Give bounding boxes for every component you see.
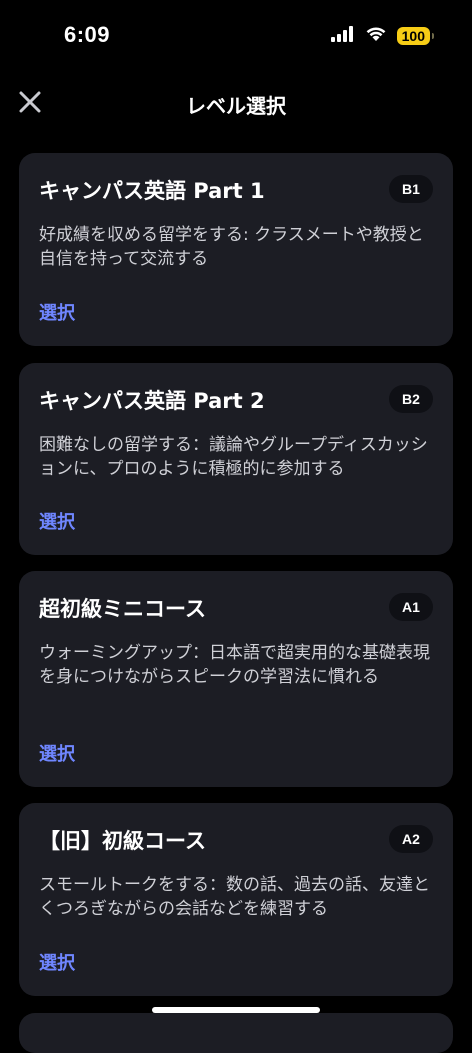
level-badge: B2 [389,385,433,413]
level-badge: A2 [389,825,433,853]
level-badge: A1 [389,593,433,621]
course-title: キャンパス英語 Part 2 [39,389,265,413]
course-card: 【旧】初級コース A2 スモールトークをする：数の話、過去の話、友達とくつろぎな… [19,803,453,996]
course-title: 【旧】初級コース [39,829,206,853]
page-title: レベル選択 [186,94,286,118]
status-icons: 100 [330,26,435,46]
status-bar: 6:09 100 [0,0,472,70]
course-card-partial [19,1013,453,1053]
status-time: 6:09 [64,22,111,47]
level-badge: B1 [389,175,433,203]
home-indicator[interactable] [152,1007,320,1013]
course-title: キャンパス英語 Part 1 [39,179,265,203]
course-description: ウォーミングアップ：日本語で超実用的な基礎表現を身につけながらスピークの学習法に… [39,643,430,687]
nav-bar: レベル選択 [0,80,472,126]
select-button[interactable]: 選択 [39,949,75,975]
cellular-signal-icon [330,26,355,46]
select-button[interactable]: 選択 [39,508,75,534]
course-card: キャンパス英語 Part 1 B1 好成績を収める留学をする: クラスメートや教… [19,153,453,346]
battery-icon: 100 [396,27,435,45]
select-button[interactable]: 選択 [39,740,75,766]
course-description: スモールトークをする：数の話、過去の話、友達とくつろぎながらの会話などを練習する [39,875,430,919]
course-card: キャンパス英語 Part 2 B2 困難なしの留学する：議論やグループディスカッ… [19,363,453,555]
wifi-icon [365,26,387,46]
course-card: 超初級ミニコース A1 ウォーミングアップ：日本語で超実用的な基礎表現を身につけ… [19,571,453,787]
select-button[interactable]: 選択 [39,299,75,325]
course-description: 困難なしの留学する：議論やグループディスカッションに、プロのように積極的に参加す… [39,435,428,479]
course-title: 超初級ミニコース [39,597,206,621]
course-description: 好成績を収める留学をする: クラスメートや教授と自信を持って交流する [39,225,424,269]
